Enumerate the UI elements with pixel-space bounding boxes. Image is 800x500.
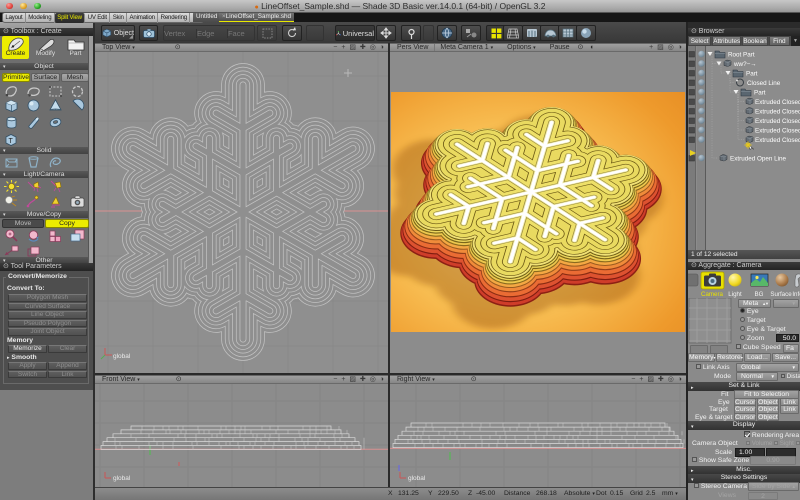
svg-text:Surface: Surface [770, 291, 792, 298]
svg-text:Extruded Closed: Extruded Closed [755, 99, 800, 106]
svg-text:Part: Part [746, 71, 758, 78]
svg-text:Camera: Camera [701, 291, 724, 298]
svg-text:Extruded Open Line: Extruded Open Line [730, 156, 787, 163]
svg-text:T: T [9, 138, 14, 145]
svg-text:Info: Info [792, 291, 800, 298]
svg-text:Extruded Closed: Extruded Closed [755, 109, 800, 116]
svg-text:Extruded Closed: Extruded Closed [755, 137, 800, 144]
svg-text:Part: Part [754, 90, 766, 97]
svg-text:Extruded Closed: Extruded Closed [755, 128, 800, 135]
svg-text:Closed Line: Closed Line [747, 80, 781, 87]
svg-text:Light: Light [728, 291, 742, 298]
svg-text:Root Part: Root Part [728, 52, 755, 59]
svg-text:Extruded Closed: Extruded Closed [755, 118, 800, 125]
svg-text:global: global [113, 475, 131, 482]
svg-text:ww?−→: ww?−→ [733, 61, 757, 68]
svg-text:BG: BG [755, 291, 764, 298]
svg-text:global: global [113, 353, 131, 360]
svg-text:global: global [408, 475, 426, 482]
